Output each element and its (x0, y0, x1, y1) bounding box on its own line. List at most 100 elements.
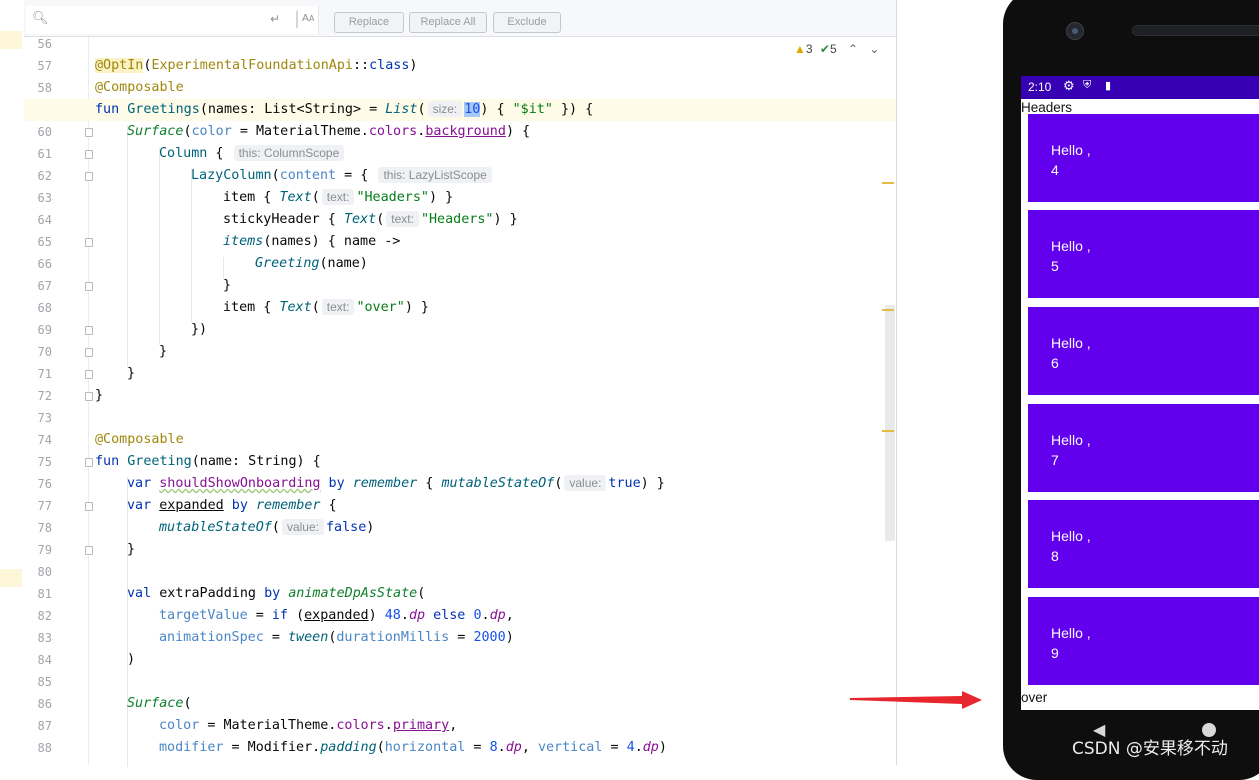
fold-marker[interactable] (85, 502, 93, 511)
footer-item: over (1021, 690, 1048, 705)
code-line-66[interactable]: Greeting(name) (255, 253, 368, 275)
code-line-75[interactable]: fun Greeting(name: String) { (95, 451, 321, 473)
chevron-up-icon[interactable]: ⌃ (848, 42, 858, 56)
greeting-card[interactable]: Hello , 5 (1028, 210, 1259, 298)
fold-marker[interactable] (85, 150, 93, 159)
fold-marker[interactable] (85, 348, 93, 357)
code-line-62[interactable]: LazyColumn(content = { this: LazyListSco… (191, 165, 494, 187)
line-number: 63 (37, 191, 52, 205)
token: 2000 (473, 630, 506, 645)
warning-stripe[interactable] (882, 430, 894, 432)
token: @Composable (95, 80, 184, 95)
greeting-card[interactable]: Hello , 4 (1028, 114, 1259, 202)
token: } (95, 388, 104, 403)
fold-marker[interactable] (85, 392, 93, 401)
code-line-59[interactable]: fun Greetings(names: List<String> = List… (95, 99, 593, 121)
token: animationSpec (159, 630, 264, 645)
newline-icon[interactable]: ↵ (270, 12, 280, 26)
code-line-63[interactable]: item { Text(text: "Headers") } (223, 187, 453, 209)
code-line-81[interactable]: val extraPadding by animateDpAsState( (127, 583, 425, 605)
warning-icon[interactable]: ▲ (794, 42, 806, 56)
code-editor[interactable]: 5657585960616263646566676869707172737475… (24, 37, 896, 767)
token: , (449, 718, 458, 733)
fold-marker[interactable] (85, 326, 93, 335)
search-icon[interactable]: 🔍︎ (32, 11, 49, 26)
code-line-57[interactable]: @OptIn(ExperimentalFoundationApi::class) (95, 55, 417, 77)
inspection-widget[interactable]: ▲3 ✔5 ⌃ ⌄ (794, 42, 879, 56)
exclude-button[interactable]: Exclude (493, 12, 561, 33)
greeting-card[interactable]: Hello , 7 (1028, 404, 1259, 492)
code-line-71[interactable]: } (127, 363, 135, 385)
code-line-74[interactable]: @Composable (95, 429, 184, 451)
inlay-hint: this: LazyListScope (378, 167, 492, 183)
token: . (497, 740, 506, 755)
token: "over" (356, 300, 405, 315)
check-icon[interactable]: ✔ (820, 42, 830, 56)
code-line-58[interactable]: @Composable (95, 77, 184, 99)
code-line-86[interactable]: Surface( (127, 693, 192, 715)
code-line-78[interactable]: mutableStateOf(value: false) (159, 517, 374, 539)
token: "Headers" (356, 190, 429, 205)
line-number: 72 (37, 389, 52, 403)
fold-marker[interactable] (85, 458, 93, 467)
line-number: 60 (37, 125, 52, 139)
line-number: 74 (37, 433, 52, 447)
line-number: 73 (37, 411, 52, 425)
token: (name: String) { (191, 454, 321, 469)
code-line-82[interactable]: targetValue = if (expanded) 48.dp else 0… (159, 605, 514, 627)
fold-marker[interactable] (85, 238, 93, 247)
code-line-77[interactable]: var expanded by remember { (127, 495, 337, 517)
fold-marker[interactable] (85, 282, 93, 291)
code-line-61[interactable]: Column { this: ColumnScope (159, 143, 346, 165)
code-line-72[interactable]: } (95, 385, 103, 407)
code-line-60[interactable]: Surface(color = MaterialTheme.colors.bac… (127, 121, 530, 143)
code-line-84[interactable]: ) (127, 649, 135, 671)
token: ) (366, 520, 375, 535)
inlay-hint: text: (321, 189, 355, 205)
code-line-64[interactable]: stickyHeader { Text(text: "Headers") } (223, 209, 518, 231)
warning-stripe[interactable] (882, 182, 894, 184)
greeting-card[interactable]: Hello , 9 (1028, 597, 1259, 685)
line-number: 76 (37, 477, 52, 491)
warning-stripe[interactable] (882, 309, 894, 311)
separator: | (294, 8, 301, 29)
fold-marker[interactable] (85, 128, 93, 137)
code-area[interactable]: @OptIn(ExperimentalFoundationApi::class)… (24, 37, 896, 767)
search-input[interactable]: 🔍︎ ↵ | AA (26, 6, 319, 34)
editor-divider (896, 0, 897, 765)
status-time: 2:10 (1028, 80, 1052, 94)
greeting-card[interactable]: Hello , 6 (1028, 307, 1259, 395)
greeting-card[interactable]: Hello , 8 (1028, 500, 1259, 588)
replace-button[interactable]: Replace (334, 12, 404, 33)
token: dp (642, 740, 659, 755)
match-case-icon[interactable]: AA (302, 13, 314, 24)
code-line-88[interactable]: modifier = Modifier.padding(horizontal =… (159, 737, 667, 759)
greeting-name: 9 (1051, 645, 1059, 661)
code-line-68[interactable]: item { Text(text: "over") } (223, 297, 429, 319)
code-line-76[interactable]: var shouldShowOnboarding by remember { m… (127, 473, 665, 495)
line-number: 82 (37, 609, 52, 623)
typo-count: 5 (829, 42, 837, 56)
fold-marker[interactable] (85, 370, 93, 379)
scrollbar-thumb[interactable] (885, 305, 895, 541)
change-marker (0, 569, 22, 587)
code-line-87[interactable]: color = MaterialTheme.colors.primary, (159, 715, 457, 737)
token: ( (311, 190, 320, 205)
code-line-83[interactable]: animationSpec = tween(durationMillis = 2… (159, 627, 514, 649)
line-number: 62 (37, 169, 52, 183)
fold-marker[interactable] (85, 546, 93, 555)
token: { (417, 476, 442, 491)
code-line-65[interactable]: items(names) { name -> (223, 231, 400, 253)
fold-marker[interactable] (85, 172, 93, 181)
replace-all-button[interactable]: Replace All (409, 12, 487, 33)
token: modifier (159, 740, 224, 755)
token: Column (159, 146, 208, 161)
line-number: 56 (37, 37, 52, 51)
code-line-67[interactable]: } (223, 275, 231, 297)
code-line-79[interactable]: } (127, 539, 135, 561)
chevron-down-icon[interactable]: ⌄ (869, 42, 879, 56)
code-line-69[interactable]: }) (191, 319, 207, 341)
token: padding (320, 740, 377, 755)
code-line-70[interactable]: } (159, 341, 167, 363)
token: colors (336, 718, 385, 733)
